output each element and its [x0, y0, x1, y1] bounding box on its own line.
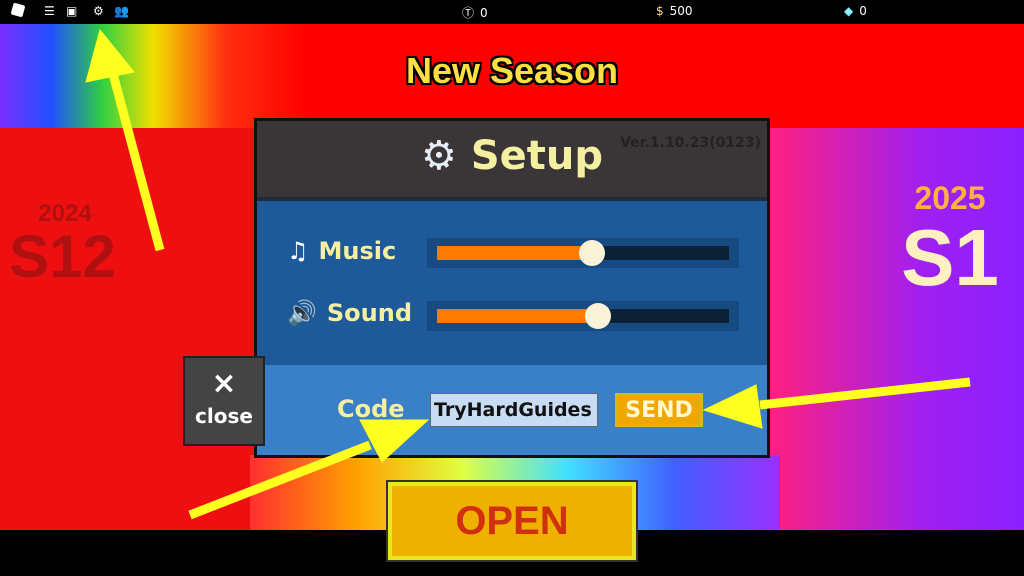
top-bar: ☰ ▣ ⚙ 👥 Ⓣ 0 $500 ◆ 0: [0, 0, 1024, 24]
setup-header: Ver.1.10.23(0123) ⚙ Setup: [257, 121, 767, 197]
music-label: Music: [318, 237, 397, 265]
right-season-label: S1: [901, 213, 999, 302]
players-icon[interactable]: 👥: [114, 4, 129, 18]
settings-body: ♫ Music 🔊 Sound: [257, 201, 767, 365]
setup-dialog: Ver.1.10.23(0123) ⚙ Setup ♫ Music 🔊 Sound …: [254, 118, 770, 458]
close-button[interactable]: × close: [183, 356, 265, 446]
sound-slider[interactable]: [427, 301, 739, 331]
left-season-label: S12: [9, 223, 116, 290]
close-label: close: [195, 404, 253, 428]
code-input[interactable]: [430, 393, 598, 427]
gem-count: 0: [859, 4, 867, 18]
code-label: Code: [337, 395, 405, 423]
diamond-icon: ◆: [844, 4, 854, 18]
token-count: 0: [480, 5, 488, 20]
money-bag-icon: $: [656, 4, 664, 18]
coin-count: 500: [669, 4, 693, 18]
token-icon: Ⓣ: [462, 6, 475, 20]
roblox-icon[interactable]: [10, 2, 26, 18]
chat-icon[interactable]: ▣: [66, 4, 77, 18]
menu-icon[interactable]: ☰: [44, 4, 55, 18]
open-button[interactable]: OPEN: [386, 480, 638, 562]
music-note-icon: ♫: [287, 237, 309, 265]
code-section: Code SEND: [257, 365, 767, 455]
music-slider[interactable]: [427, 238, 739, 268]
sound-label: Sound: [326, 299, 413, 327]
send-button[interactable]: SEND: [615, 393, 703, 427]
setup-title: Setup: [470, 133, 603, 179]
gear-icon[interactable]: ⚙: [93, 4, 104, 18]
music-slider-handle[interactable]: [578, 240, 605, 266]
left-season-panel: [0, 128, 255, 530]
banner-title: New Season: [405, 50, 619, 91]
speaker-icon: 🔊: [287, 299, 317, 327]
close-icon: ×: [211, 366, 237, 401]
gear-icon: ⚙: [421, 133, 457, 179]
sound-slider-handle[interactable]: [584, 303, 611, 329]
